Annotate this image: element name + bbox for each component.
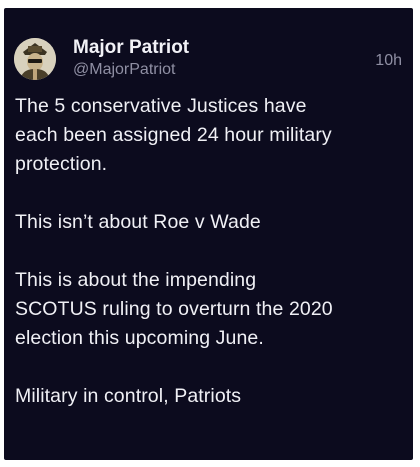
post-paragraph: This isn’t about Roe v Wade: [15, 211, 261, 233]
post-paragraph: This is about the impending SCOTUS rulin…: [15, 269, 333, 349]
screenshot-frame: Major Patriot @MajorPatriot 10h The 5 co…: [0, 0, 420, 467]
post-card[interactable]: Major Patriot @MajorPatriot 10h The 5 co…: [4, 8, 413, 460]
post-header: Major Patriot @MajorPatriot 10h: [4, 8, 413, 88]
author-info: Major Patriot @MajorPatriot: [73, 36, 189, 81]
author-display-name[interactable]: Major Patriot: [73, 36, 189, 59]
author-handle[interactable]: @MajorPatriot: [73, 59, 189, 81]
post-paragraph: Military in control, Patriots: [15, 385, 242, 407]
post-timestamp[interactable]: 10h: [375, 51, 402, 71]
avatar[interactable]: [14, 38, 56, 80]
patriot-avatar-icon: [14, 38, 56, 80]
post-body: The 5 conservative Justices have each be…: [15, 92, 407, 411]
post-paragraph: The 5 conservative Justices have each be…: [15, 95, 332, 175]
